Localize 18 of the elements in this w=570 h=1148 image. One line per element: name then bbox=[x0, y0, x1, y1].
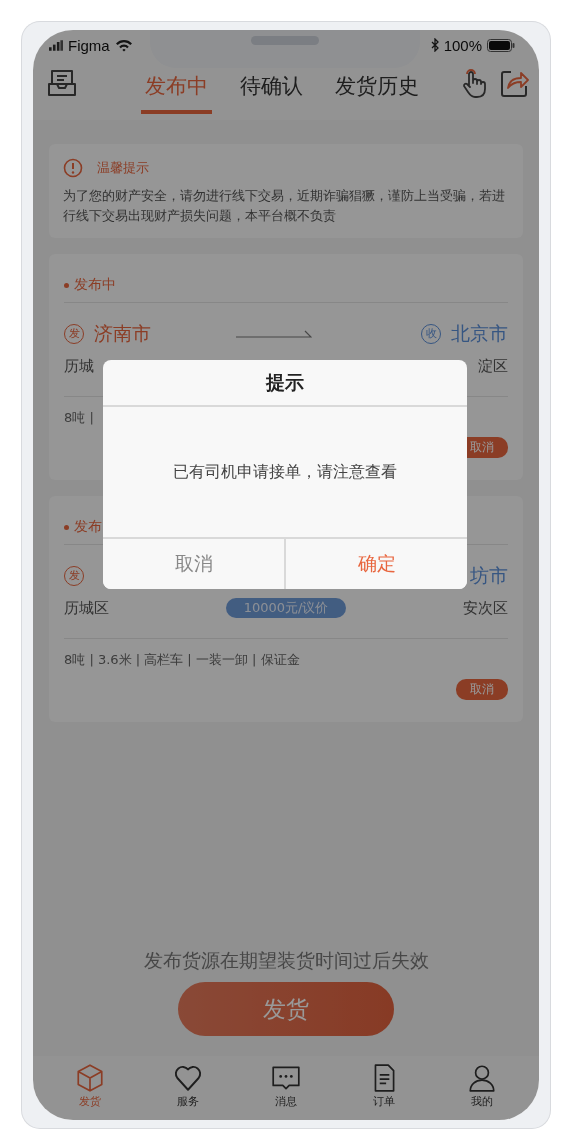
notice-text: 为了您的财产安全，请勿进行线下交易，近期诈骗猖獗，谨防上当受骗，若进行线下交易出现财产损失问题，本平台概不负责 bbox=[63, 187, 506, 225]
battery-percent: 100% bbox=[443, 36, 482, 54]
expiry-hint: 发布货源在期望装货时间过后失效 bbox=[142, 948, 430, 973]
destination-district: 安次区 bbox=[463, 598, 508, 618]
destination-district: 淀区 bbox=[478, 356, 508, 376]
notice-title: 温馨提示 bbox=[97, 159, 149, 177]
price-tag: 10000元/议价 bbox=[225, 598, 347, 618]
origin-city: 济南市 bbox=[94, 321, 151, 346]
origin-district: 历城 bbox=[64, 356, 94, 376]
destination-city: 北京市 bbox=[451, 321, 508, 346]
carrier-name: Figma bbox=[68, 36, 110, 54]
status-label: 发布中 bbox=[74, 276, 116, 294]
origin-district: 历城区 bbox=[64, 598, 109, 618]
status-label: 发布 bbox=[74, 518, 102, 536]
dialog-title: 提示 bbox=[103, 360, 467, 407]
dialog-message: 已有司机申请接单，请注意查看 bbox=[173, 461, 397, 483]
destination-city: 坊市 bbox=[470, 563, 508, 588]
cargo-specs: 8吨 | bbox=[64, 409, 95, 427]
